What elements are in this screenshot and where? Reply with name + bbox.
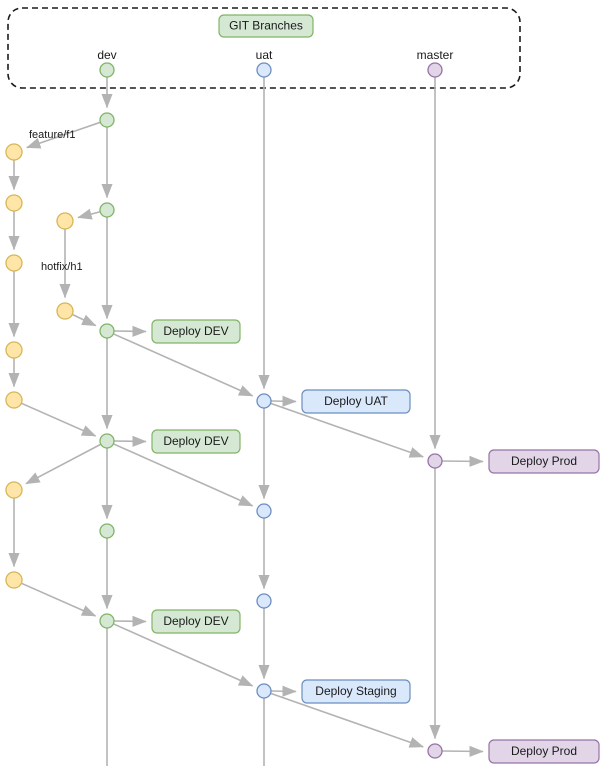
commit-node-dev3[interactable] bbox=[99, 323, 115, 339]
edge-dev4-to-f6 bbox=[25, 443, 101, 485]
deploy-staging-1-label: Deploy Staging bbox=[315, 684, 396, 698]
commit-node-dev0[interactable] bbox=[99, 62, 115, 78]
deploy-dev-3[interactable]: Deploy DEV bbox=[151, 609, 241, 634]
labels-layer: dev uat master feature/f1 hotfix/h1 bbox=[29, 48, 453, 273]
deploy-dev-1[interactable]: Deploy DEV bbox=[151, 319, 241, 344]
deploy-prod-2-label: Deploy Prod bbox=[511, 744, 577, 758]
commit-node-uat3[interactable] bbox=[256, 593, 272, 609]
commit-node-uat1[interactable] bbox=[256, 393, 272, 409]
commit-node-f4[interactable] bbox=[5, 341, 23, 359]
edge-uat1-to-deploy-uat-1 bbox=[271, 395, 297, 407]
commit-node-f2[interactable] bbox=[5, 194, 23, 212]
edge-f5-to-dev4 bbox=[21, 402, 97, 437]
deploy-staging-1[interactable]: Deploy Staging bbox=[301, 679, 411, 704]
commit-node-h2[interactable] bbox=[56, 302, 74, 320]
deploy-uat-1-label: Deploy UAT bbox=[324, 394, 388, 408]
git-branching-diagram: Deploy DEV Deploy UAT Deploy Prod Deploy DE… bbox=[0, 0, 607, 766]
deploy-boxes-layer: Deploy DEV Deploy UAT Deploy Prod Deploy DE… bbox=[151, 14, 600, 764]
git-graph-canvas: Deploy DEV Deploy UAT Deploy Prod Deploy DE… bbox=[5, 7, 600, 766]
branch-head-label-uat: uat bbox=[256, 48, 273, 62]
edge-mas2-to-deploy-prod-2 bbox=[442, 745, 484, 757]
commit-node-f1[interactable] bbox=[5, 143, 23, 161]
deploy-prod-2[interactable]: Deploy Prod bbox=[488, 739, 600, 764]
edge-uat4-to-deploy-staging-1 bbox=[271, 685, 297, 697]
deploy-prod-1[interactable]: Deploy Prod bbox=[488, 449, 600, 474]
edge-dev3-to-deploy-dev-1 bbox=[114, 325, 147, 337]
git-branches-title-box: GIT Branches bbox=[218, 14, 314, 38]
edge-dev2-to-h1 bbox=[77, 208, 100, 220]
edge-h2-to-dev3 bbox=[72, 313, 97, 327]
feature-branch-label: feature/f1 bbox=[29, 129, 75, 141]
branch-head-label-master: master bbox=[417, 48, 454, 62]
commit-node-dev4[interactable] bbox=[99, 433, 115, 449]
edge-mas1-to-deploy-prod-1 bbox=[442, 455, 484, 467]
deploy-dev-1-label: Deploy DEV bbox=[163, 324, 228, 338]
commit-node-dev5[interactable] bbox=[99, 523, 115, 539]
hotfix-branch-label: hotfix/h1 bbox=[41, 261, 83, 273]
edge-dev4-to-deploy-dev-2 bbox=[114, 435, 147, 447]
edges-layer bbox=[8, 77, 484, 766]
deploy-uat-1[interactable]: Deploy UAT bbox=[301, 389, 411, 414]
commit-node-dev6[interactable] bbox=[99, 613, 115, 629]
commit-node-f6[interactable] bbox=[5, 481, 23, 499]
deploy-dev-2[interactable]: Deploy DEV bbox=[151, 429, 241, 454]
commit-node-uat4[interactable] bbox=[256, 683, 272, 699]
commit-node-mas1[interactable] bbox=[427, 453, 443, 469]
commit-node-mas2[interactable] bbox=[427, 743, 443, 759]
edge-dev6-to-deploy-dev-3 bbox=[114, 615, 147, 627]
commit-node-mas0[interactable] bbox=[427, 62, 443, 78]
edge-f7-to-dev6 bbox=[21, 582, 97, 617]
deploy-prod-1-label: Deploy Prod bbox=[511, 454, 577, 468]
commit-node-dev1[interactable] bbox=[99, 112, 115, 128]
branch-head-label-dev: dev bbox=[97, 48, 116, 62]
deploy-dev-3-label: Deploy DEV bbox=[163, 614, 228, 628]
commit-node-uat2[interactable] bbox=[256, 503, 272, 519]
deploy-dev-2-label: Deploy DEV bbox=[163, 434, 228, 448]
git-branches-title-label: GIT Branches bbox=[229, 19, 303, 33]
commit-node-h1[interactable] bbox=[56, 212, 74, 230]
commit-node-f5[interactable] bbox=[5, 391, 23, 409]
commit-node-f7[interactable] bbox=[5, 571, 23, 589]
commit-node-uat0[interactable] bbox=[256, 62, 272, 78]
commit-node-f3[interactable] bbox=[5, 254, 23, 272]
commit-node-dev2[interactable] bbox=[99, 202, 115, 218]
